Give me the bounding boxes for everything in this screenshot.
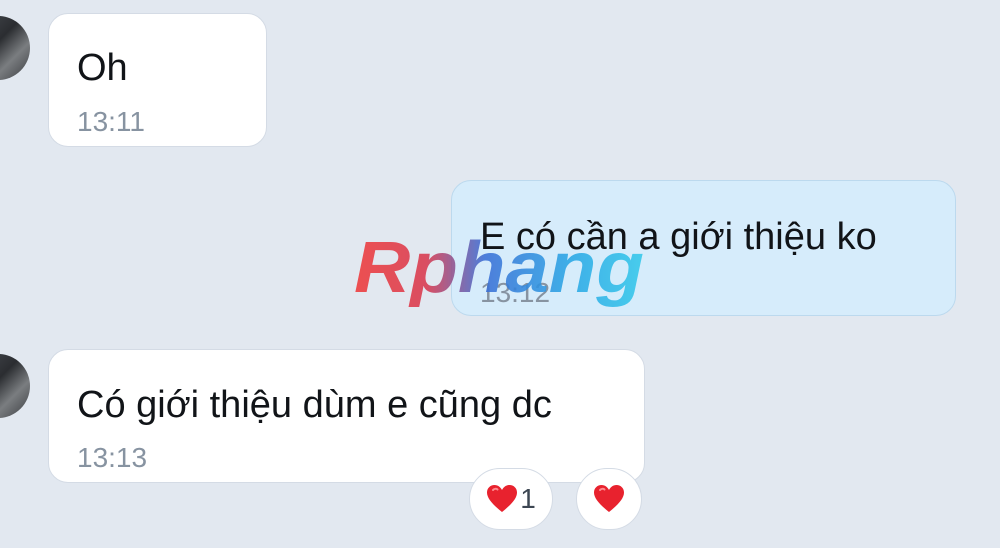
message-text: Oh — [77, 47, 128, 89]
message-timestamp: 13:13 — [77, 442, 148, 473]
incoming-message-bubble[interactable]: Có giới thiệu dùm e cũng dc 13:13 — [48, 349, 645, 483]
watermark-text: Rphang — [354, 232, 644, 308]
reaction-count-badge[interactable]: 1 — [469, 468, 553, 530]
incoming-message-bubble[interactable]: Oh 13:11 — [48, 13, 267, 147]
reaction-count: 1 — [520, 483, 536, 514]
contact-avatar[interactable] — [0, 354, 30, 418]
message-text: Có giới thiệu dùm e cũng dc — [77, 384, 552, 426]
message-timestamp: 13:11 — [77, 106, 145, 137]
watermark-logo: Rphang — [354, 232, 644, 308]
heart-icon — [487, 485, 518, 512]
contact-avatar[interactable] — [0, 16, 30, 80]
heart-icon — [594, 485, 624, 512]
add-reaction-button[interactable] — [576, 468, 642, 530]
